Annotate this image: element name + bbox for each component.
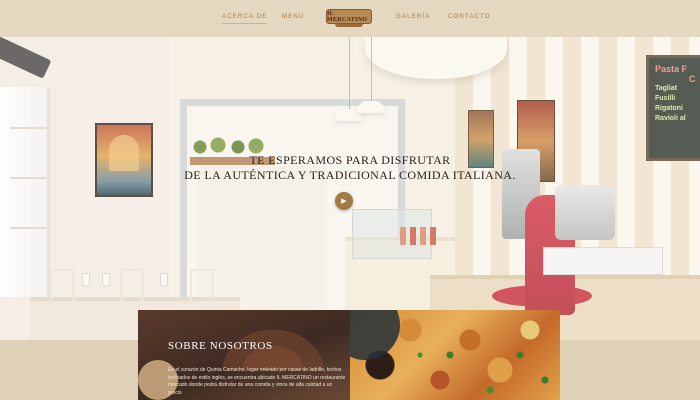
play-icon: ▶ [341, 197, 347, 205]
nav-acerca-de[interactable]: Acerca de [222, 14, 268, 24]
logo-text: IL MERCATINO [327, 10, 368, 23]
about-text: En el corazón de Quinta Camacho, lugar r… [168, 367, 346, 396]
about-card: Sobre nosotros En el corazón de Quinta C… [138, 310, 350, 400]
hero-section: Pasta F C Tagliat Fusilli Rigatoni Ravio… [0, 37, 700, 340]
hero-tagline-line2: de la auténtica y tradicional comida ita… [184, 168, 516, 182]
nav-galeria[interactable]: Galería [396, 14, 430, 20]
top-nav: Acerca de Menú IL MERCATINO Galería Cont… [0, 0, 700, 37]
about-title: Sobre nosotros [168, 340, 273, 352]
play-button[interactable]: ▶ [335, 192, 353, 210]
hero-tagline-line1: Te esperamos para disfrutar [249, 153, 451, 167]
logo[interactable]: IL MERCATINO [326, 9, 372, 27]
hero-tagline: Te esperamos para disfrutar de la autént… [0, 153, 700, 183]
nav-contacto[interactable]: Contacto [448, 14, 491, 20]
food-image [350, 310, 560, 400]
nav-menu[interactable]: Menú [282, 14, 304, 20]
